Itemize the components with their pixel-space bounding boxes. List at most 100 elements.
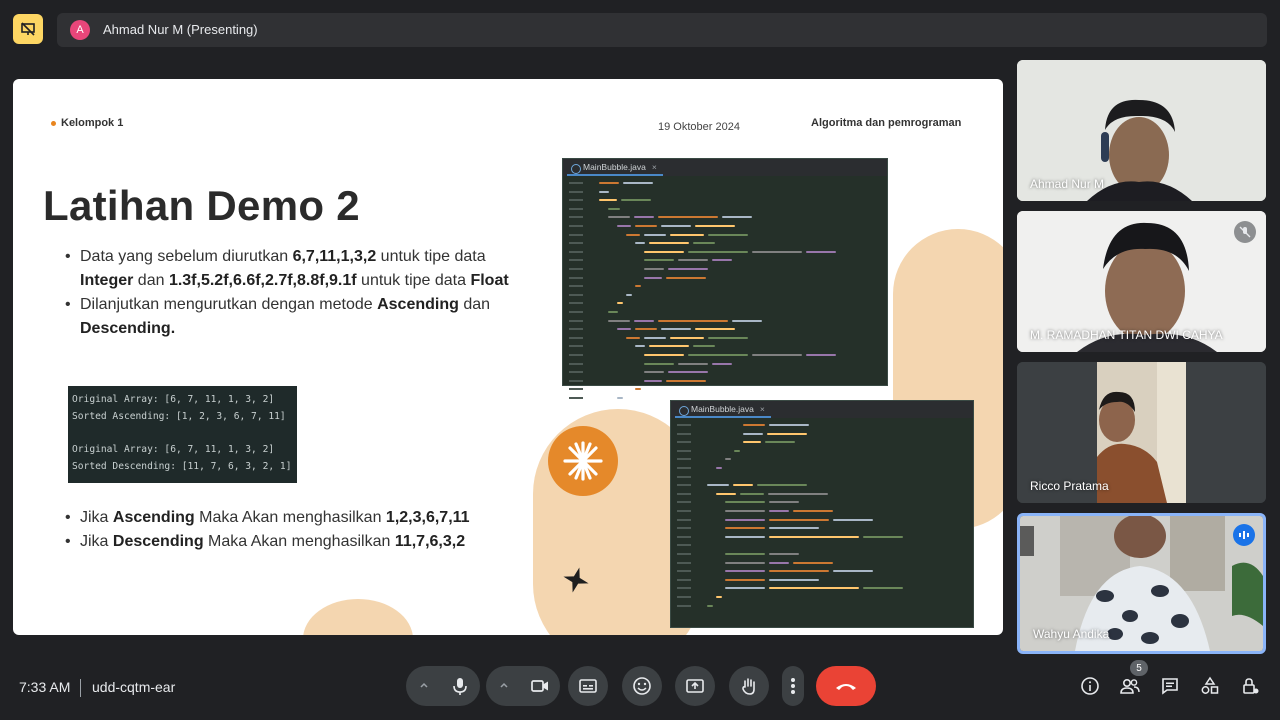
- code-token: [617, 225, 631, 227]
- code-token: [678, 362, 708, 365]
- code-token: [608, 207, 620, 210]
- code-token: [863, 587, 903, 590]
- code-token: [725, 518, 765, 521]
- mic-off-icon: [1234, 221, 1256, 243]
- raise-hand-button[interactable]: [729, 666, 769, 706]
- code-token: [725, 553, 765, 555]
- line-number: [677, 596, 691, 598]
- code-token: [599, 199, 617, 202]
- code-token: [635, 225, 657, 227]
- participant-name: M. RAMADHAN TITAN DWI CAHYA: [1030, 328, 1223, 342]
- code-token: [716, 492, 736, 495]
- participant-tile-active-speaker[interactable]: Wahyu Andika: [1017, 513, 1266, 654]
- code-token: [725, 527, 765, 530]
- camera-control[interactable]: [486, 666, 560, 706]
- code-token: [769, 570, 829, 573]
- top-bar: A Ahmad Nur M (Presenting): [0, 0, 1280, 60]
- mic-icon[interactable]: [449, 675, 471, 697]
- code-token: [707, 604, 713, 607]
- more-options-button[interactable]: [782, 666, 804, 706]
- line-number: [677, 570, 691, 573]
- code-token: [712, 362, 732, 365]
- meeting-info-button[interactable]: [1078, 674, 1102, 698]
- code-token: [644, 233, 666, 236]
- line-number: [569, 354, 583, 356]
- camera-icon[interactable]: [529, 675, 551, 697]
- code-token: [635, 345, 645, 348]
- line-number: [569, 319, 583, 322]
- code-token: [635, 285, 641, 288]
- speaking-indicator-icon: [1233, 524, 1255, 546]
- code-token: [725, 561, 765, 564]
- code-token: [708, 336, 748, 339]
- participant-tile[interactable]: M. RAMADHAN TITAN DWI CAHYA: [1017, 211, 1266, 352]
- present-screen-button[interactable]: [675, 666, 715, 706]
- code-token: [608, 311, 618, 313]
- presentation-off-icon[interactable]: [13, 14, 43, 44]
- activities-button[interactable]: [1198, 674, 1222, 698]
- code-token: [599, 182, 619, 184]
- code-token: [708, 233, 748, 236]
- line-number: [677, 475, 691, 478]
- line-number: [569, 345, 583, 348]
- microphone-control[interactable]: [406, 666, 480, 706]
- people-button[interactable]: [1118, 674, 1142, 698]
- chat-icon: [1162, 678, 1178, 695]
- slide-title: Latihan Demo 2: [43, 182, 360, 229]
- bullet-item: Dilanjutkan mengurutkan dengan metode As…: [65, 293, 515, 341]
- code-token: [666, 379, 706, 382]
- code-token: [635, 328, 657, 331]
- code-token: [626, 293, 632, 296]
- code-token: [769, 424, 809, 426]
- host-controls-icon: [1243, 678, 1259, 694]
- emoji-icon: [633, 677, 651, 695]
- editor-tab-bar: MainBubble.java ×: [671, 401, 973, 418]
- line-number: [569, 199, 583, 202]
- code-token: [644, 268, 664, 270]
- line-number: [569, 276, 583, 279]
- captions-button[interactable]: [568, 666, 608, 706]
- code-token: [688, 250, 748, 253]
- code-token: [617, 397, 623, 399]
- line-number: [677, 578, 691, 581]
- slide-group-label: Kelompok 1: [51, 117, 123, 129]
- code-token: [752, 250, 802, 253]
- participant-tile[interactable]: Ahmad Nur M: [1017, 60, 1266, 201]
- code-token: [743, 432, 763, 435]
- console-output: Original Array: [6, 7, 11, 1, 3, 2] Sorte…: [68, 386, 297, 483]
- code-token: [769, 561, 789, 564]
- code-token: [734, 449, 740, 452]
- participant-name: Ricco Pratama: [1030, 479, 1109, 493]
- line-number: [677, 518, 691, 521]
- chat-button[interactable]: [1158, 674, 1182, 698]
- code-token: [668, 268, 708, 270]
- people-icon: [1120, 678, 1140, 694]
- code-token: [634, 216, 654, 219]
- code-token: [769, 578, 819, 581]
- participant-name: Wahyu Andika: [1033, 627, 1110, 641]
- line-number: [569, 259, 583, 262]
- line-number: [677, 604, 691, 607]
- leave-call-button[interactable]: [816, 666, 876, 706]
- code-token: [769, 510, 789, 512]
- line-number: [569, 311, 583, 313]
- code-token: [661, 328, 691, 331]
- chevron-up-icon[interactable]: [418, 679, 430, 691]
- divider: [80, 679, 81, 697]
- code-token: [695, 225, 735, 227]
- reactions-button[interactable]: [622, 666, 662, 706]
- line-number: [569, 388, 583, 391]
- host-controls-button[interactable]: [1238, 674, 1262, 698]
- code-token: [833, 570, 873, 573]
- chevron-up-icon[interactable]: [498, 679, 510, 691]
- decor-shape: [303, 599, 413, 635]
- code-token: [688, 354, 748, 356]
- presenter-banner[interactable]: A Ahmad Nur M (Presenting): [57, 13, 1267, 47]
- bullet-item: Data yang sebelum diurutkan 6,7,11,1,3,2…: [65, 245, 515, 293]
- code-token: [608, 319, 630, 322]
- code-token: [725, 501, 765, 504]
- code-token: [634, 319, 654, 322]
- participant-tile[interactable]: Ricco Pratama: [1017, 362, 1266, 503]
- star-decoration-icon: [562, 566, 590, 594]
- line-number: [569, 328, 583, 331]
